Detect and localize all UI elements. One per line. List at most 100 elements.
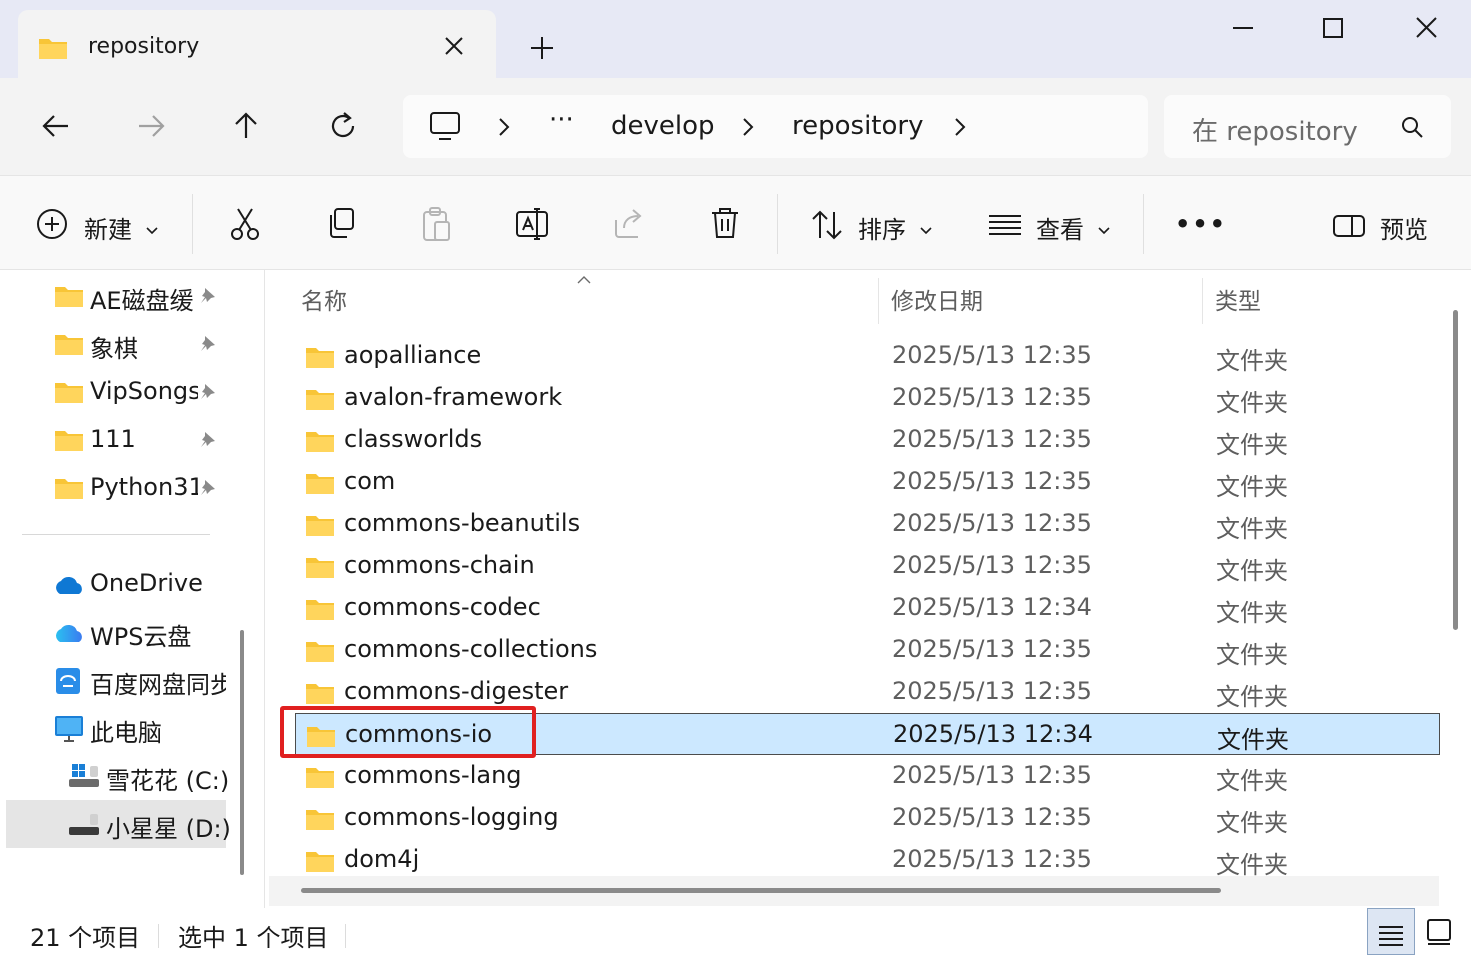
- more-options-button[interactable]: •••: [1175, 210, 1227, 238]
- rename-icon[interactable]: [515, 206, 551, 246]
- table-row[interactable]: commons-chain 2025/5/13 12:35 文件夹: [295, 545, 1440, 587]
- maximize-icon[interactable]: [1313, 14, 1353, 44]
- title-bar: repository: [0, 0, 1471, 78]
- sidebar-item-wps-cloud[interactable]: WPS云盘: [0, 608, 228, 656]
- preview-pane-icon: [1332, 214, 1366, 242]
- file-type: 文件夹: [1216, 599, 1288, 627]
- file-type: 文件夹: [1216, 809, 1288, 837]
- breadcrumb-repository[interactable]: repository: [792, 111, 923, 141]
- sidebar-item-baidu-netdisk[interactable]: 百度网盘同步: [0, 656, 228, 704]
- close-tab-icon[interactable]: [442, 34, 466, 58]
- share-icon[interactable]: [612, 206, 646, 244]
- file-date: 2025/5/13 12:35: [892, 845, 1092, 873]
- computer-icon[interactable]: [429, 111, 461, 145]
- sidebar-item-onedrive[interactable]: OneDrive: [0, 560, 228, 608]
- copy-icon[interactable]: [325, 206, 357, 244]
- delete-icon[interactable]: [709, 206, 741, 244]
- file-type: 文件夹: [1216, 515, 1288, 543]
- sidebar-item-this-pc[interactable]: 此电脑: [0, 704, 228, 752]
- table-row[interactable]: commons-codec 2025/5/13 12:34 文件夹: [295, 587, 1440, 629]
- view-button[interactable]: 查看: [988, 208, 1113, 244]
- file-name: avalon-framework: [344, 383, 563, 411]
- windows-drive-icon: [68, 762, 102, 794]
- table-row[interactable]: avalon-framework 2025/5/13 12:35 文件夹: [295, 377, 1440, 419]
- sidebar-item-drive-c[interactable]: 雪花花 (C:): [0, 752, 230, 800]
- close-window-icon[interactable]: [1406, 14, 1446, 44]
- table-row[interactable]: commons-collections 2025/5/13 12:35 文件夹: [295, 629, 1440, 671]
- back-arrow-icon[interactable]: [38, 108, 74, 144]
- sort-button[interactable]: 排序: [810, 208, 935, 244]
- search-icon[interactable]: [1400, 115, 1424, 143]
- file-type: 文件夹: [1216, 557, 1288, 585]
- sidebar-scrollbar[interactable]: [240, 630, 244, 875]
- table-row[interactable]: commons-beanutils 2025/5/13 12:35 文件夹: [295, 503, 1440, 545]
- pin-icon: [198, 334, 218, 360]
- table-row[interactable]: commons-lang 2025/5/13 12:35 文件夹: [295, 755, 1440, 797]
- new-tab-icon[interactable]: [528, 34, 556, 62]
- sidebar-item-pinned[interactable]: 象棋: [0, 320, 228, 368]
- file-type: 文件夹: [1216, 389, 1288, 417]
- folder-icon: [305, 597, 335, 625]
- item-count: 21 个项目: [30, 924, 141, 952]
- sidebar-item-pinned[interactable]: 111: [0, 416, 228, 464]
- column-header-type[interactable]: 类型: [1215, 282, 1261, 316]
- pin-icon: [198, 382, 218, 408]
- tab-repository[interactable]: repository: [18, 10, 496, 78]
- file-date: 2025/5/13 12:34: [893, 720, 1093, 748]
- table-row[interactable]: classworlds 2025/5/13 12:35 文件夹: [295, 419, 1440, 461]
- chevron-right-icon[interactable]: [497, 117, 511, 141]
- separator: [158, 924, 159, 948]
- folder-icon: [305, 429, 335, 457]
- selection-count: 选中 1 个项目: [178, 924, 329, 952]
- file-name: aopalliance: [344, 341, 482, 369]
- table-row[interactable]: com 2025/5/13 12:35 文件夹: [295, 461, 1440, 503]
- forward-arrow-icon[interactable]: [133, 108, 169, 144]
- file-name: commons-beanutils: [344, 509, 581, 537]
- sidebar-item-pinned[interactable]: AE磁盘缓: [0, 272, 228, 320]
- sort-label: 排序: [858, 216, 906, 244]
- onedrive-icon: [52, 574, 86, 600]
- preview-button[interactable]: 预览: [1332, 208, 1432, 244]
- sidebar-item-label: WPS云盘: [90, 623, 192, 651]
- vertical-scrollbar[interactable]: [1453, 310, 1458, 630]
- folder-icon: [38, 36, 68, 64]
- sidebar-item-drive-d[interactable]: 小星星 (D:): [6, 800, 231, 848]
- sidebar-item-label: OneDrive: [90, 569, 203, 597]
- sidebar-item-label: 雪花花 (C:): [106, 767, 230, 795]
- refresh-icon[interactable]: [325, 108, 361, 144]
- search-input[interactable]: 在 repository: [1164, 95, 1451, 158]
- sidebar-item-pinned[interactable]: VipSongs: [0, 368, 228, 416]
- address-bar[interactable]: ··· develop repository: [403, 95, 1148, 158]
- status-bar: 21 个项目 选中 1 个项目: [0, 908, 1471, 955]
- details-view-icon[interactable]: [1367, 908, 1415, 955]
- sidebar-item-label: VipSongs: [90, 377, 198, 405]
- search-placeholder: 在 repository: [1192, 117, 1358, 147]
- up-arrow-icon[interactable]: [228, 108, 264, 144]
- sort-icon: [810, 208, 844, 246]
- file-type: 文件夹: [1217, 726, 1289, 754]
- file-type: 文件夹: [1216, 767, 1288, 795]
- table-row[interactable]: dom4j 2025/5/13 12:35 文件夹: [295, 839, 1440, 881]
- annotation-highlight: [280, 706, 536, 758]
- new-button[interactable]: 新建: [36, 208, 166, 244]
- file-date: 2025/5/13 12:35: [892, 761, 1092, 789]
- column-header-date[interactable]: 修改日期: [891, 282, 983, 316]
- cut-icon[interactable]: [228, 206, 262, 246]
- chevron-right-icon[interactable]: [953, 117, 967, 141]
- column-divider[interactable]: [878, 278, 879, 324]
- sidebar-item-pinned[interactable]: Python31: [0, 464, 228, 512]
- pin-icon: [198, 478, 218, 504]
- table-row[interactable]: aopalliance 2025/5/13 12:35 文件夹: [295, 335, 1440, 377]
- table-row[interactable]: commons-logging 2025/5/13 12:35 文件夹: [295, 797, 1440, 839]
- chevron-right-icon[interactable]: [741, 117, 755, 141]
- column-header-name[interactable]: 名称: [301, 282, 347, 316]
- file-date: 2025/5/13 12:35: [892, 803, 1092, 831]
- folder-icon: [54, 284, 84, 312]
- thumbnail-view-icon[interactable]: [1418, 908, 1466, 955]
- minimize-icon[interactable]: [1223, 14, 1263, 44]
- column-divider[interactable]: [1202, 278, 1203, 324]
- breadcrumb-overflow[interactable]: ···: [549, 105, 574, 135]
- horizontal-scrollbar[interactable]: [301, 888, 1221, 893]
- breadcrumb-develop[interactable]: develop: [611, 111, 715, 141]
- paste-icon[interactable]: [420, 206, 452, 246]
